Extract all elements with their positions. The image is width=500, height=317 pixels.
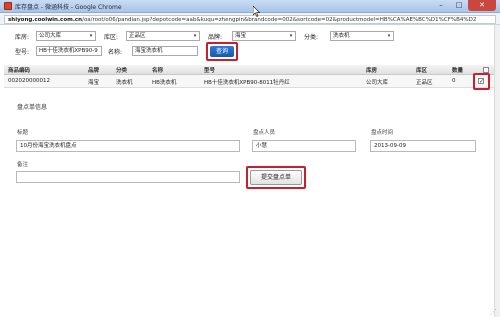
- query-button[interactable]: 查询: [210, 46, 234, 57]
- url-field[interactable]: shiyong.coolwin.com.cn/oa/root/o06/pandi…: [4, 15, 496, 24]
- name-label: 名称:: [108, 49, 123, 56]
- model-input[interactable]: HB十佳洗衣机XPB90-9: [36, 46, 102, 56]
- col-header: 品牌: [88, 68, 100, 74]
- warehouse-value: 公司大库: [39, 33, 62, 39]
- brand-select[interactable]: 海宝 ▾: [232, 31, 296, 41]
- col-header: 型号: [204, 68, 216, 74]
- app-icon: [4, 2, 12, 10]
- title-input[interactable]: 10月份海宝洗衣机盘点: [16, 140, 240, 152]
- minimize-button[interactable]: –: [432, 0, 450, 11]
- row-checkbox[interactable]: ✓: [478, 78, 484, 85]
- chevron-down-icon: ▾: [89, 33, 93, 39]
- cell-code: 002020000012: [8, 78, 50, 84]
- url-host: shiyong.coolwin.com.cn: [8, 17, 83, 23]
- brand-label: 品牌:: [208, 34, 223, 41]
- category-select[interactable]: 洗衣机 ▾: [330, 31, 394, 41]
- zone-label: 库区:: [104, 34, 119, 41]
- remark-label: 备注: [17, 162, 29, 168]
- warehouse-label: 库房:: [15, 34, 30, 41]
- chevron-down-icon: ▾: [193, 33, 197, 39]
- mouse-cursor-icon: [253, 6, 261, 17]
- name-input[interactable]: 海宝洗衣机: [132, 46, 198, 56]
- model-label: 型号:: [15, 49, 30, 56]
- submit-button[interactable]: 提交盘点单: [250, 170, 302, 185]
- warehouse-select[interactable]: 公司大库 ▾: [36, 31, 96, 41]
- chevron-down-icon: ▾: [289, 33, 293, 39]
- scrollbar[interactable]: [494, 25, 500, 317]
- brand-value: 海宝: [235, 33, 247, 39]
- person-label: 盘点人员: [253, 130, 276, 136]
- cell-zone: 正品区: [416, 80, 433, 86]
- window-title: 库存盘点 - 微涵科技 - Google Chrome: [15, 4, 122, 11]
- resize-grip-icon[interactable]: ⋰: [490, 308, 498, 316]
- cell-model: HB十佳洗衣机XPB90-8011牡丹红: [204, 80, 290, 86]
- col-header: 数量: [452, 68, 464, 74]
- person-input[interactable]: 小慧: [252, 140, 356, 152]
- url-path: /oa/root/o06/pandian.jsp?depotcode=aab&k…: [82, 17, 477, 23]
- category-label: 分类:: [304, 34, 319, 41]
- cell-quantity: 0: [452, 78, 456, 84]
- table-row[interactable]: 002020000012 海宝 洗衣机 HB洗衣机 HB十佳洗衣机XPB90-8…: [4, 75, 494, 88]
- col-header: 商品编码: [8, 68, 31, 74]
- remark-input[interactable]: [16, 171, 240, 183]
- col-header: 名称: [152, 68, 164, 74]
- zone-value: 正品区: [129, 33, 146, 39]
- col-header: 分类: [116, 68, 128, 74]
- cell-name: HB洗衣机: [152, 80, 177, 86]
- zone-select[interactable]: 正品区 ▾: [126, 31, 200, 41]
- time-input[interactable]: 2013-09-09: [370, 140, 476, 152]
- title-label: 标题: [17, 130, 29, 136]
- section-title: 盘点单信息: [17, 104, 48, 111]
- col-header: 库区: [416, 68, 428, 74]
- window-titlebar: 库存盘点 - 微涵科技 - Google Chrome – □ ✕: [0, 0, 500, 13]
- cell-category: 洗衣机: [116, 80, 133, 86]
- close-button[interactable]: ✕: [468, 0, 496, 11]
- maximize-button[interactable]: □: [450, 0, 468, 11]
- cell-brand: 海宝: [88, 80, 100, 86]
- category-value: 洗衣机: [333, 33, 350, 39]
- address-bar: shiyong.coolwin.com.cn/oa/root/o06/pandi…: [0, 13, 500, 25]
- time-label: 盘点时间: [371, 130, 394, 136]
- chevron-down-icon: ▾: [387, 33, 391, 39]
- table-header: 商品编码 品牌 分类 名称 型号 库房 库区 数量: [4, 65, 494, 75]
- col-header: 库房: [366, 68, 378, 74]
- cell-warehouse: 公司大库: [366, 80, 389, 86]
